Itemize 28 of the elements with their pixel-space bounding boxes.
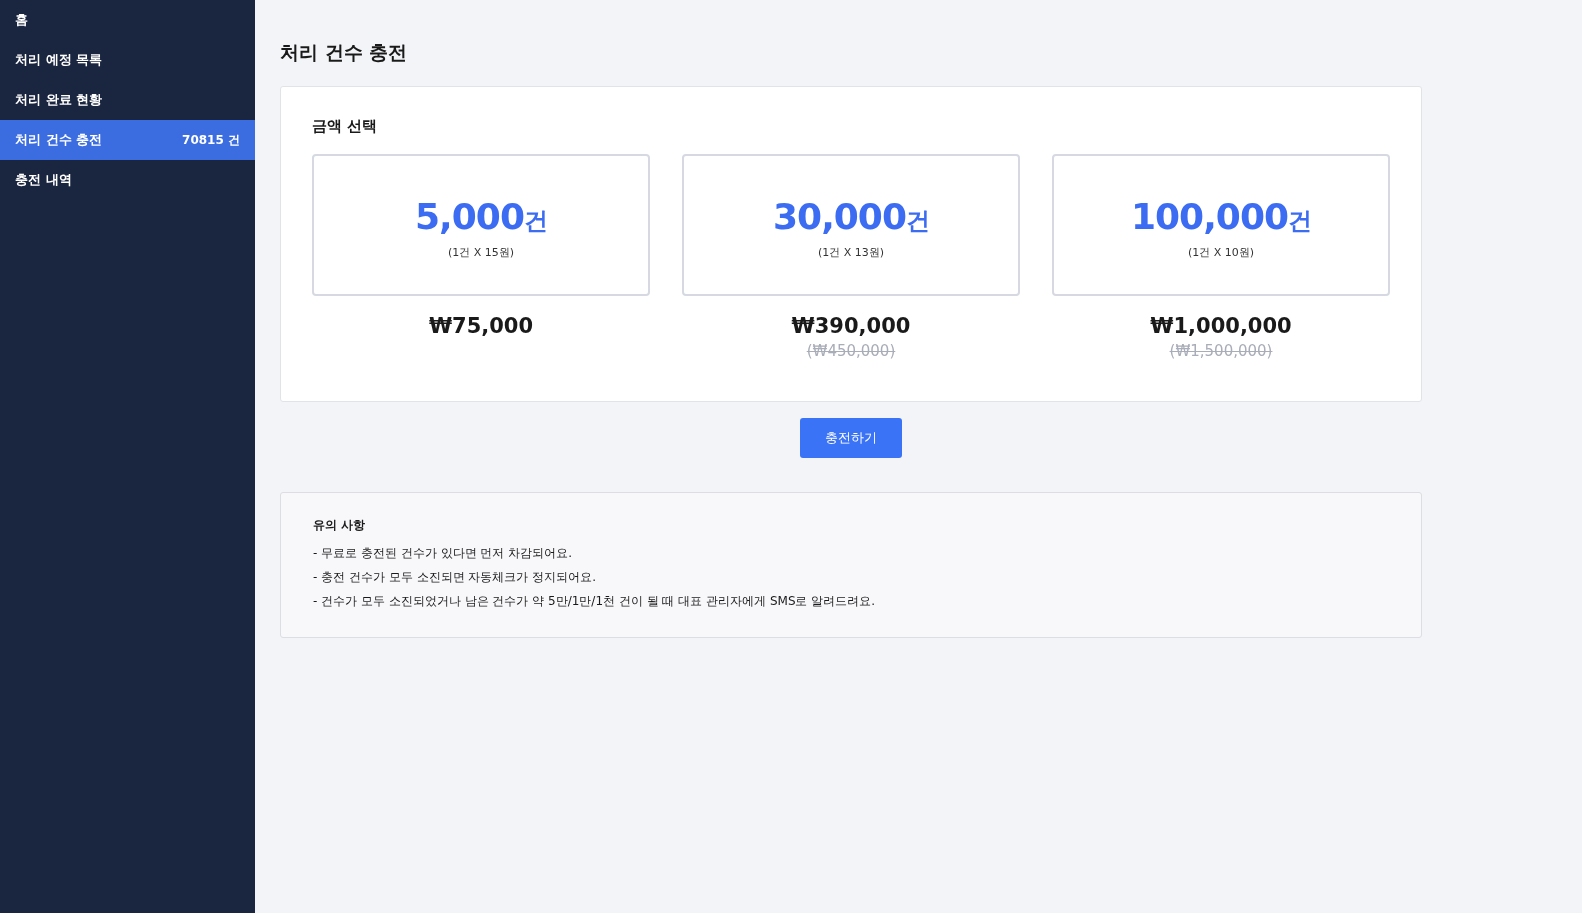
charge-button[interactable]: 충전하기 [800,418,902,458]
price: ₩1,000,000 [1150,314,1292,338]
remaining-count: 70815 건 [182,131,240,149]
sidebar-item-label: 처리 건수 충전 [15,131,103,149]
page-title: 처리 건수 충전 [280,40,409,65]
plan-option[interactable]: 30,000건 (1건 X 13원) [682,154,1020,296]
price: ₩390,000 [791,314,911,338]
section-title: 금액 선택 [312,117,379,136]
original-price: (₩450,000) [806,342,896,360]
unit-rate: (1건 X 15원) [447,245,515,260]
unit-rate: (1건 X 13원) [817,245,885,260]
count-amount: 100,000건 [1131,196,1311,237]
unit-rate: (1건 X 10원) [1187,245,1255,260]
count-amount: 30,000건 [773,196,929,237]
original-price: (₩1,500,000) [1169,342,1273,360]
notice-line: - 충전 건수가 모두 소진되면 자동체크가 정지되어요. [313,569,598,586]
notice-title: 유의 사항 [313,517,367,534]
notice-line: - 무료로 충전된 건수가 있다면 먼저 차감되어요. [313,545,574,562]
price: ₩75,000 [428,314,534,338]
plan-option[interactable]: 5,000건 (1건 X 15원) [312,154,650,296]
sidebar-item[interactable]: 처리 예정 목록 [0,40,255,80]
count-amount: 5,000건 [415,196,547,237]
sidebar-item[interactable]: 처리 완료 현황 [0,80,255,120]
sidebar-item[interactable]: 처리 건수 충전 70815 건 [0,120,255,160]
sidebar-item[interactable]: 홈 [0,0,255,40]
plan-option[interactable]: 100,000건 (1건 X 10원) [1052,154,1390,296]
sidebar-item[interactable]: 충전 내역 [0,160,255,200]
notice-line: - 건수가 모두 소진되었거나 남은 건수가 약 5만/1만/1천 건이 될 때 대표 관리자에게 SMS로 알려드려요. [313,593,877,610]
